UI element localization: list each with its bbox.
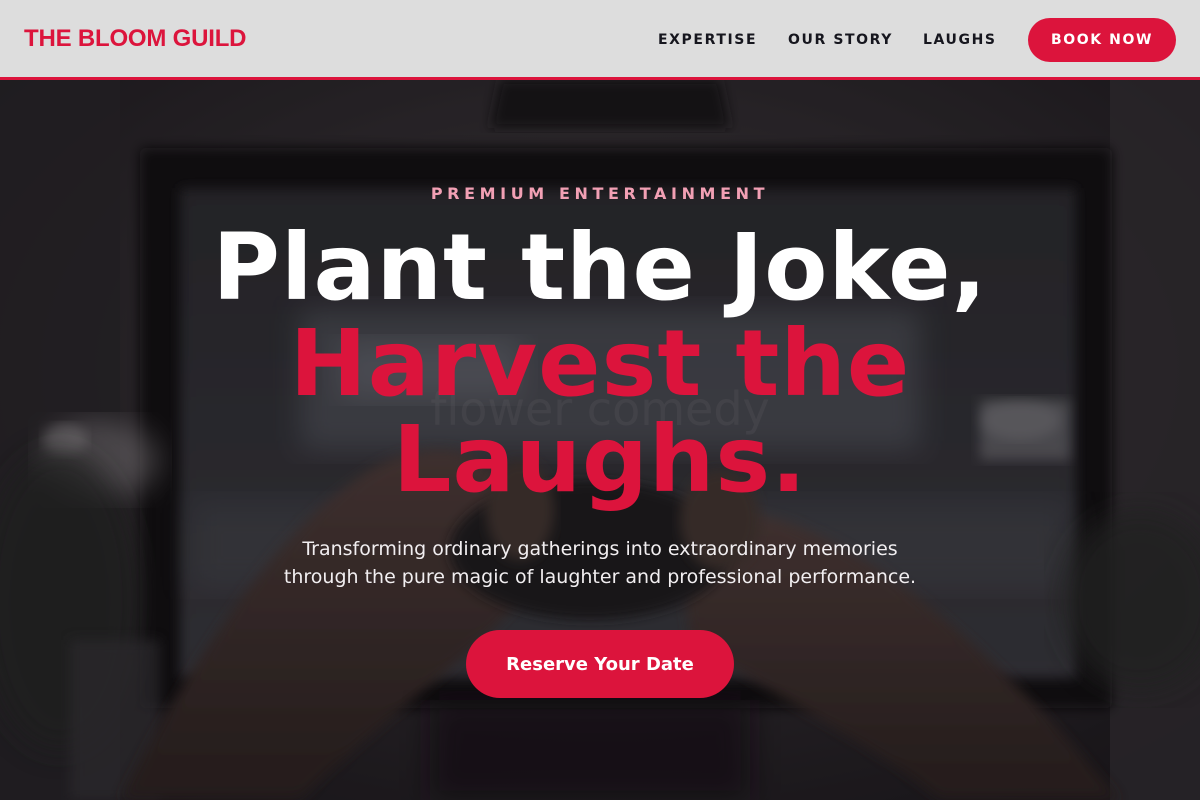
hero-headline-line-1: Plant the Joke, [212, 214, 988, 321]
nav-link-our-story[interactable]: OUR STORY [788, 31, 893, 49]
hero-headline-line-3: Laughs. [392, 406, 808, 513]
hero-section: flower comedy PREMIUM ENTERTAINMENT Plan… [0, 80, 1200, 800]
nav-link-laughs[interactable]: LAUGHS [923, 31, 997, 49]
brand-logo[interactable]: THE BLOOM GUILD [24, 24, 247, 54]
site-header: THE BLOOM GUILD EXPERTISE OUR STORY LAUG… [0, 0, 1200, 80]
hero-subtext: Transforming ordinary gatherings into ex… [200, 535, 1000, 591]
hero-subtext-line-2: through the pure magic of laughter and p… [283, 566, 917, 588]
nav-link-expertise[interactable]: EXPERTISE [658, 31, 757, 49]
hero-eyebrow: PREMIUM ENTERTAINMENT [430, 184, 770, 203]
hero-headline-line-2: Harvest the [289, 310, 911, 417]
reserve-date-button[interactable]: Reserve Your Date [466, 630, 734, 698]
hero-subtext-line-1: Transforming ordinary gatherings into ex… [302, 538, 898, 560]
book-now-button[interactable]: BOOK NOW [1028, 18, 1176, 62]
